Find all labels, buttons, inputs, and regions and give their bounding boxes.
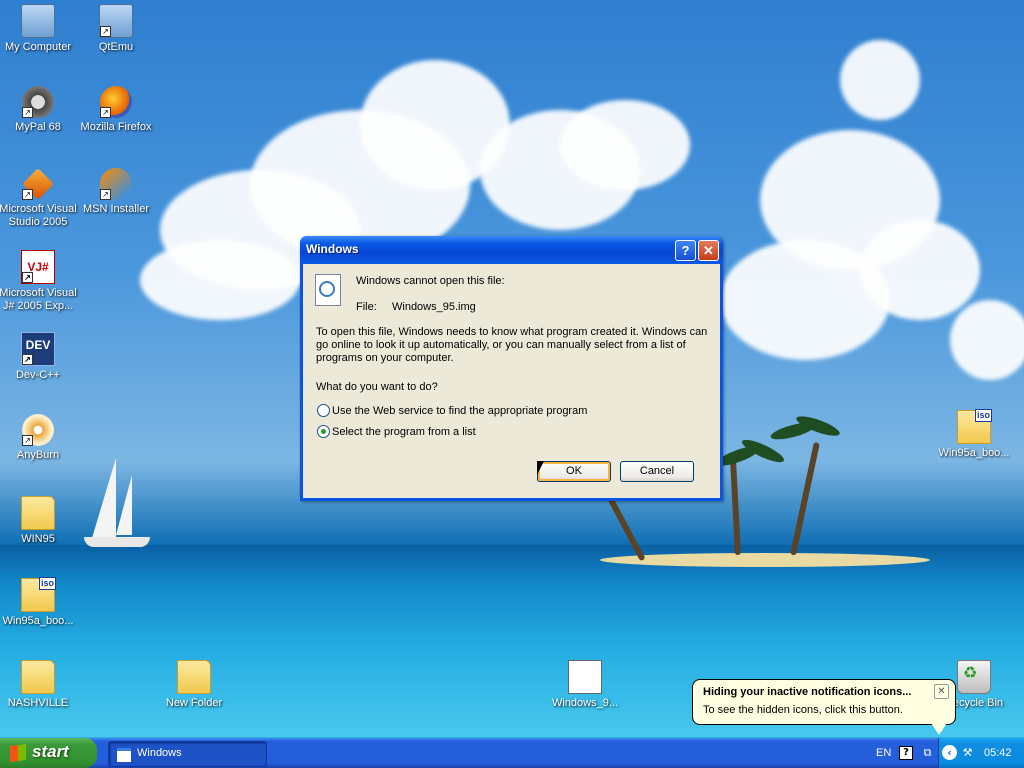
tray-restore-icon[interactable]: ⧉ <box>921 746 934 759</box>
language-indicator[interactable]: EN <box>876 747 891 759</box>
desktop-icon-label: Dev-C++ <box>15 369 61 381</box>
taskbar-item-windows[interactable]: Windows <box>108 741 267 767</box>
system-tray: ‹ ⚒ 05:42 <box>938 738 1024 768</box>
firefox-icon: ↗ <box>100 86 132 118</box>
balloon-close-button[interactable]: ✕ <box>934 684 949 699</box>
dialog-heading: Windows cannot open this file: <box>356 275 505 287</box>
desktop-icon-win95a-iso-right[interactable]: iso Win95a_boo... <box>934 409 1014 460</box>
desktop-icon-qtemu[interactable]: ↗ QtEmu <box>76 4 156 54</box>
file-name: Windows_95.img <box>392 301 476 313</box>
msn-icon: ↗ <box>100 168 132 200</box>
cancel-button[interactable]: Cancel <box>620 461 694 482</box>
notification-balloon[interactable]: Hiding your inactive notification icons.… <box>692 679 956 735</box>
dialog-question: What do you want to do? <box>316 381 438 393</box>
desktop-icon-label: MSN Installer <box>82 203 150 215</box>
desktop-icon-firefox[interactable]: ↗ Mozilla Firefox <box>76 86 156 134</box>
desktop-icon-my-computer[interactable]: My Computer <box>0 4 78 54</box>
anyburn-icon: ↗ <box>22 414 54 446</box>
file-label: File: <box>356 301 377 313</box>
select-from-list-option-label[interactable]: Select the program from a list <box>332 426 476 438</box>
dialog-explanation: To open this file, Windows needs to know… <box>316 326 708 364</box>
mouse-cursor-icon <box>537 461 544 475</box>
dialog-body: Windows cannot open this file: File: Win… <box>303 264 720 498</box>
desktop-icon-msn-installer[interactable]: ↗ MSN Installer <box>76 168 156 216</box>
desktop-icon-anyburn[interactable]: ↗ AnyBurn <box>0 414 78 462</box>
desktop-icon-label: My Computer <box>4 41 72 53</box>
taskbar-item-label: Windows <box>137 747 182 759</box>
desktop-icon-label: Microsoft Visual Studio 2005 <box>0 203 77 228</box>
desktop-icon-new-folder[interactable]: New Folder <box>154 660 234 710</box>
network-tray-icon[interactable]: ⚒ <box>961 746 974 759</box>
desktop-icon-visual-jsharp[interactable]: VJ# ↗ Microsoft Visual J# 2005 Exp... <box>0 250 78 313</box>
open-with-dialog: Windows ? ✕ Windows cannot open this fil… <box>300 236 723 501</box>
help-button[interactable]: ? <box>675 240 696 261</box>
balloon-text: To see the hidden icons, click this butt… <box>703 704 903 716</box>
close-button[interactable]: ✕ <box>698 240 719 261</box>
dev-badge: DEV <box>25 338 51 352</box>
desktop-icon-mypal[interactable]: ↗ MyPal 68 <box>0 86 78 134</box>
desktop-icon-label: Win95a_boo... <box>2 615 74 627</box>
windows-logo-icon <box>10 743 26 763</box>
desktop-icon-label: AnyBurn <box>16 449 60 461</box>
desktop-icon-label: Mozilla Firefox <box>80 121 152 133</box>
web-service-option-label[interactable]: Use the Web service to find the appropri… <box>332 405 587 417</box>
show-hidden-icons-chevron-icon[interactable]: ‹ <box>942 745 957 760</box>
desktop-icon-nashville[interactable]: NASHVILLE <box>0 660 78 710</box>
desktop-icon-label: QtEmu <box>98 41 134 53</box>
search-document-icon <box>315 274 341 306</box>
taskbar: start Windows EN ? ⧉ ‹ ⚒ 05:42 <box>0 738 1024 768</box>
select-from-list-radio[interactable] <box>317 425 330 438</box>
desktop-icon-label: Win95a_boo... <box>938 447 1010 459</box>
desktop-icon-label: MyPal 68 <box>15 121 61 133</box>
dev-cpp-icon: DEV ↗ <box>21 332 55 366</box>
desktop-icon-visual-studio[interactable]: ↗ Microsoft Visual Studio 2005 <box>0 168 78 229</box>
desktop-icon-label: NASHVILLE <box>7 697 69 709</box>
qtemu-icon: ↗ <box>99 4 133 38</box>
balloon-title: Hiding your inactive notification icons.… <box>703 686 912 698</box>
visual-jsharp-icon: VJ# ↗ <box>21 250 55 284</box>
language-help-icon[interactable]: ? <box>899 746 913 760</box>
document-icon <box>568 660 602 694</box>
desktop-icon-dev-cpp[interactable]: DEV ↗ Dev-C++ <box>0 332 78 382</box>
start-button[interactable]: start <box>0 738 97 768</box>
iso-file-icon: iso <box>957 409 992 444</box>
desktop-icon-label: Windows_9... <box>551 697 619 709</box>
desktop-icon-win95-folder[interactable]: WIN95 <box>0 496 78 546</box>
web-service-radio[interactable] <box>317 404 330 417</box>
desktop-icon-win95a-iso[interactable]: iso Win95a_boo... <box>0 577 78 628</box>
desktop-icon-windows95-img[interactable]: Windows_9... <box>545 660 625 710</box>
visual-studio-icon: ↗ <box>22 168 54 200</box>
desktop-icon-label: New Folder <box>165 697 223 709</box>
desktop-icon-label: WIN95 <box>21 533 55 545</box>
ok-button[interactable]: OK <box>537 461 611 482</box>
computer-icon <box>21 4 55 38</box>
dialog-title: Windows <box>306 242 359 256</box>
iso-file-icon: iso <box>21 577 56 612</box>
folder-icon <box>177 660 211 694</box>
window-icon <box>117 748 131 762</box>
mypal-icon: ↗ <box>22 86 54 118</box>
desktop-icon-label: Microsoft Visual J# 2005 Exp... <box>0 287 77 312</box>
dialog-titlebar[interactable]: Windows ? ✕ <box>300 236 723 264</box>
iso-badge: iso <box>38 577 56 590</box>
clock[interactable]: 05:42 <box>984 747 1012 759</box>
recycle-bin-icon <box>957 660 991 694</box>
folder-icon <box>21 496 55 530</box>
folder-icon <box>21 660 55 694</box>
start-label: start <box>32 742 69 761</box>
iso-badge: iso <box>974 409 992 422</box>
